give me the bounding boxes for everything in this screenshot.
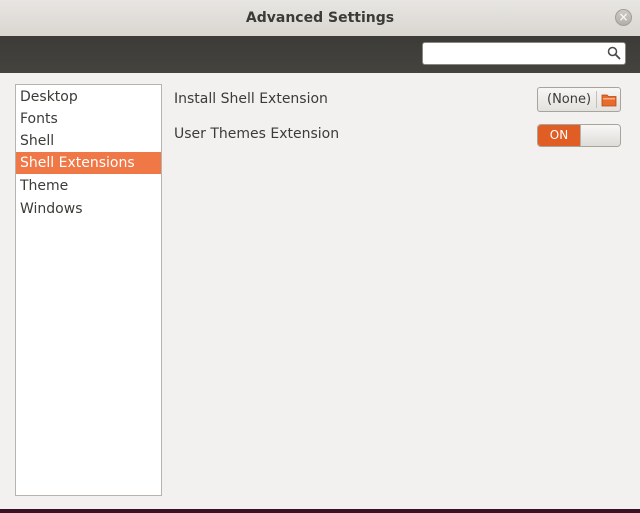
close-button[interactable]: ×: [615, 9, 632, 26]
sidebar-item-label: Shell: [20, 133, 55, 149]
sidebar-item-shell-extensions[interactable]: Shell Extensions: [16, 152, 161, 174]
content-area: Desktop Fonts Shell Shell Extensions The…: [0, 73, 640, 509]
install-shell-extension-label: Install Shell Extension: [174, 91, 328, 107]
category-sidebar: Desktop Fonts Shell Shell Extensions The…: [15, 84, 162, 496]
sidebar-item-label: Windows: [20, 201, 83, 217]
sidebar-item-label: Fonts: [20, 111, 58, 127]
sidebar-item-desktop[interactable]: Desktop: [16, 86, 161, 108]
toggle-on-label: ON: [538, 125, 580, 146]
search-input[interactable]: [427, 45, 603, 61]
button-divider: [596, 91, 597, 108]
toolbar: [0, 36, 640, 73]
search-icon[interactable]: [607, 46, 621, 60]
sidebar-item-label: Shell Extensions: [20, 155, 135, 171]
advanced-settings-window: Advanced Settings × Desktop Fonts Shell …: [0, 0, 640, 513]
sidebar-item-theme[interactable]: Theme: [16, 175, 161, 197]
window-title: Advanced Settings: [245, 10, 395, 26]
user-themes-extension-label: User Themes Extension: [174, 126, 340, 142]
sidebar-item-label: Desktop: [20, 89, 78, 105]
sidebar-item-fonts[interactable]: Fonts: [16, 108, 161, 130]
search-field[interactable]: [422, 42, 626, 65]
title-bar[interactable]: Advanced Settings ×: [0, 0, 640, 37]
sidebar-item-shell[interactable]: Shell: [16, 130, 161, 152]
sidebar-item-label: Theme: [20, 178, 69, 194]
sidebar-item-windows[interactable]: Windows: [16, 198, 161, 220]
window-bottom-edge: [0, 509, 640, 513]
user-themes-toggle[interactable]: ON: [537, 124, 621, 147]
toggle-knob[interactable]: [580, 125, 620, 146]
file-button-label: (None): [547, 92, 592, 107]
install-extension-file-button[interactable]: (None): [537, 87, 621, 112]
folder-icon: [601, 94, 617, 107]
